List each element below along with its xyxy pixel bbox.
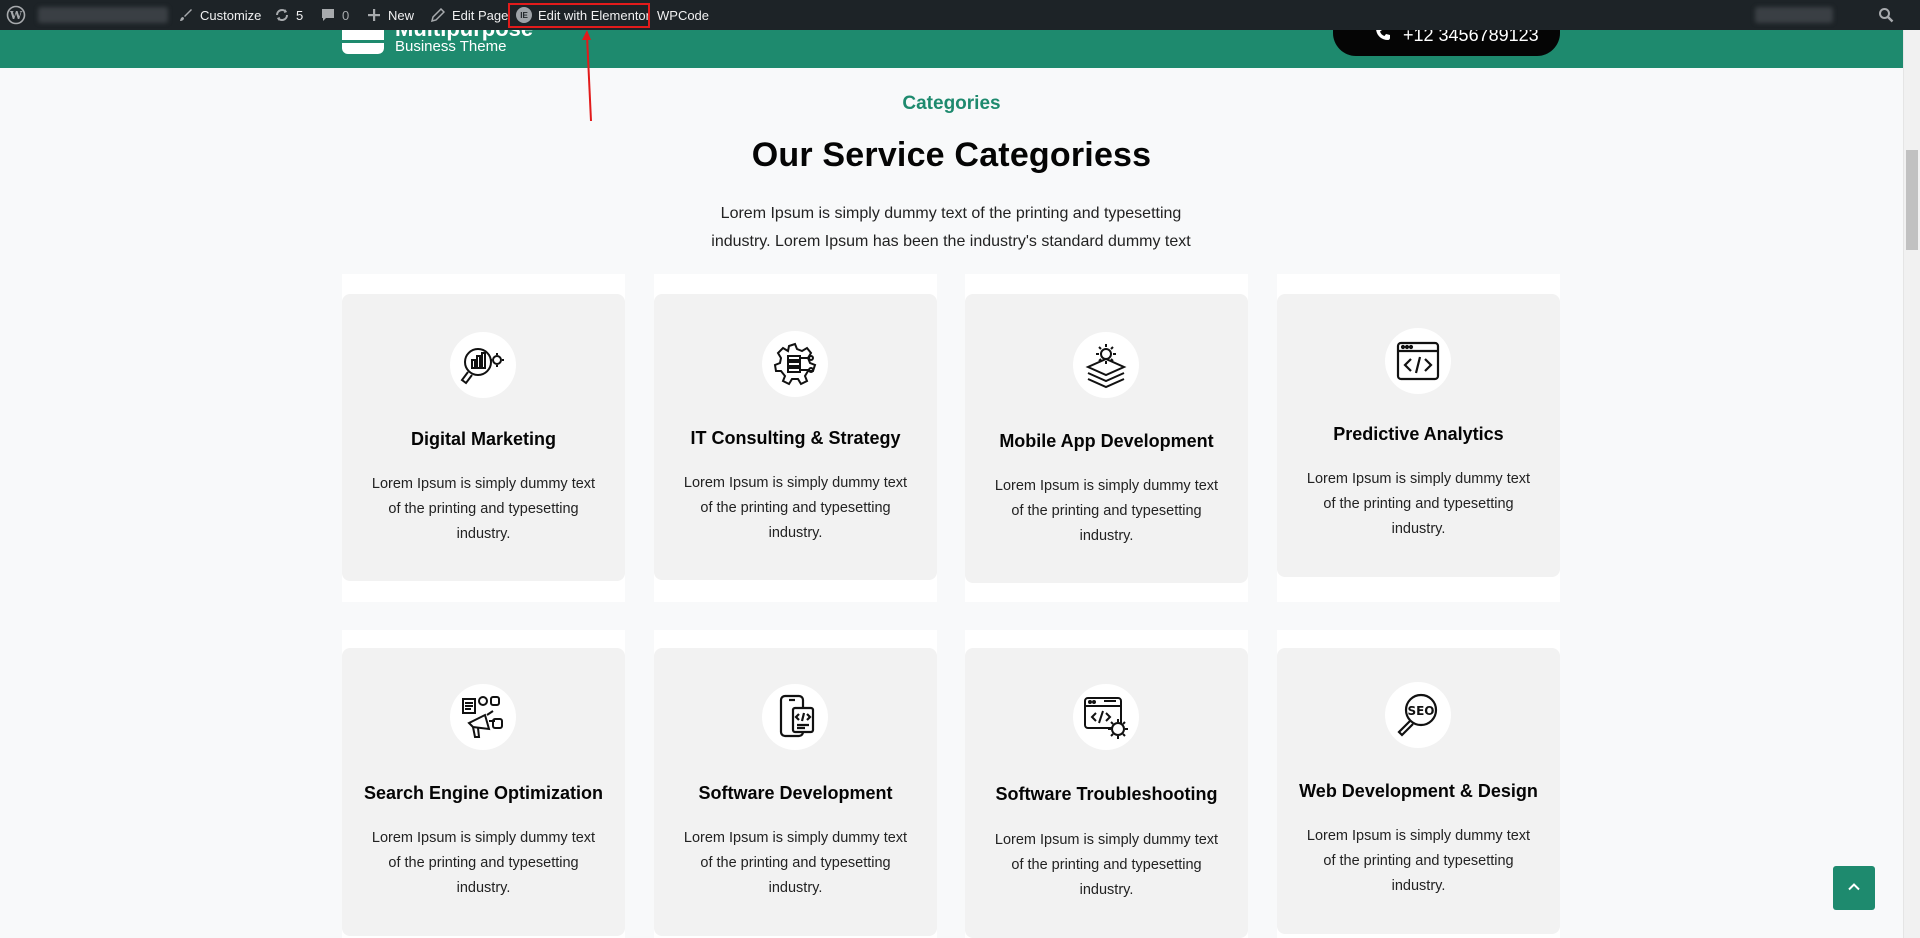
card-title: IT Consulting & Strategy: [690, 428, 901, 448]
site-name-blurred[interactable]: [38, 0, 168, 30]
updates-link[interactable]: 5: [274, 0, 303, 30]
customize-link[interactable]: Customize: [178, 0, 261, 30]
user-account-blurred[interactable]: [1755, 0, 1833, 30]
phone-button[interactable]: +12 3456789123: [1333, 30, 1560, 56]
service-card-seo[interactable]: Search Engine Optimization Lorem Ipsum i…: [342, 648, 625, 936]
service-card-software-troubleshooting[interactable]: Software Troubleshooting Lorem Ipsum is …: [965, 648, 1248, 938]
site-header: Multipurpose Business Theme +12 34567891…: [0, 30, 1903, 68]
new-content-link[interactable]: New: [366, 0, 414, 30]
megaphone-icon: [450, 684, 516, 750]
service-card-predictive-analytics[interactable]: Predictive Analytics Lorem Ipsum is simp…: [1277, 294, 1560, 577]
card-description: Lorem Ipsum is simply dummy text of the …: [994, 478, 1219, 544]
digital-marketing-icon: [450, 332, 516, 398]
new-label: New: [388, 7, 415, 23]
section-heading: Our Service Categoriess: [751, 136, 1152, 174]
card-title: Web Development & Design: [1299, 781, 1538, 801]
card-title: Search Engine Optimization: [363, 783, 604, 803]
it-consulting-icon: [762, 331, 828, 397]
phone-icon: [1375, 30, 1391, 46]
card-description: Lorem Ipsum is simply dummy text of the …: [1306, 471, 1531, 537]
card-wrapper: Predictive Analytics Lorem Ipsum is simp…: [1277, 274, 1560, 602]
brush-icon: [178, 7, 194, 23]
chevron-up-icon: [1847, 879, 1861, 898]
card-description: Lorem Ipsum is simply dummy text of the …: [683, 475, 908, 541]
pencil-icon: [430, 7, 446, 23]
card-wrapper: Mobile App Development Lorem Ipsum is si…: [965, 274, 1248, 602]
mobile-code-icon: [762, 684, 828, 750]
page-scrollbar[interactable]: [1903, 30, 1920, 938]
updates-count: 5: [296, 7, 304, 23]
card-wrapper: Search Engine Optimization Lorem Ipsum i…: [342, 630, 625, 938]
wpcode-link[interactable]: WPCode: [657, 0, 709, 30]
briefcase-logo-icon[interactable]: [342, 30, 384, 54]
section-eyebrow: Categories: [902, 93, 1001, 114]
wpcode-label: WPCode: [657, 7, 710, 23]
card-description: Lorem Ipsum is simply dummy text of the …: [1306, 828, 1531, 894]
mobile-app-icon: [1073, 332, 1139, 398]
card-title: Digital Marketing: [410, 429, 557, 449]
card-title: Software Development: [698, 783, 893, 803]
phone-number: +12 3456789123: [1403, 30, 1539, 45]
customize-label: Customize: [200, 7, 262, 23]
refresh-icon: [274, 7, 290, 23]
card-title: Mobile App Development: [999, 431, 1214, 451]
card-wrapper: Software Development Lorem Ipsum is simp…: [654, 630, 937, 938]
edit-page-label: Edit Page: [452, 7, 509, 23]
card-title: Predictive Analytics: [1333, 424, 1504, 444]
service-card-digital-marketing[interactable]: Digital Marketing Lorem Ipsum is simply …: [342, 294, 625, 581]
service-card-software-development[interactable]: Software Development Lorem Ipsum is simp…: [654, 648, 937, 936]
service-card-web-development[interactable]: SEO Web Development & Design Lorem Ipsum…: [1277, 648, 1560, 934]
service-card-mobile-app[interactable]: Mobile App Development Lorem Ipsum is si…: [965, 294, 1248, 583]
card-wrapper: SEO Web Development & Design Lorem Ipsum…: [1277, 630, 1560, 938]
logo-subtitle: Business Theme: [395, 38, 507, 55]
scrollbar-thumb[interactable]: [1906, 150, 1918, 250]
card-wrapper: IT Consulting & Strategy Lorem Ipsum is …: [654, 274, 937, 602]
svg-text:SEO: SEO: [1407, 704, 1434, 718]
card-description: Lorem Ipsum is simply dummy text of the …: [371, 476, 596, 542]
comment-bubble-icon: [320, 7, 336, 23]
comments-count: 0: [342, 7, 350, 23]
section-intro: Lorem Ipsum is simply dummy text of the …: [711, 205, 1191, 250]
card-title: Software Troubleshooting: [995, 784, 1218, 804]
code-window-icon: [1385, 328, 1451, 394]
card-wrapper: Software Troubleshooting Lorem Ipsum is …: [965, 630, 1248, 938]
browser-gear-icon: [1073, 684, 1139, 750]
annotation-highlight-box: [508, 3, 650, 28]
card-description: Lorem Ipsum is simply dummy text of the …: [371, 830, 596, 896]
back-to-top-button[interactable]: [1833, 866, 1875, 910]
card-description: Lorem Ipsum is simply dummy text of the …: [994, 832, 1219, 898]
comments-link[interactable]: 0: [320, 0, 349, 30]
wp-admin-bar: W Customize 5 0 New Edit Page IE Edit wi: [0, 0, 1920, 30]
seo-magnifier-icon: SEO: [1385, 682, 1451, 748]
wordpress-logo-icon[interactable]: W: [6, 0, 26, 30]
plus-icon: [366, 7, 382, 23]
edit-page-link[interactable]: Edit Page: [430, 0, 508, 30]
service-card-it-consulting[interactable]: IT Consulting & Strategy Lorem Ipsum is …: [654, 294, 937, 580]
svg-text:W: W: [9, 9, 23, 22]
card-description: Lorem Ipsum is simply dummy text of the …: [683, 830, 908, 896]
card-wrapper: Digital Marketing Lorem Ipsum is simply …: [342, 274, 625, 602]
search-icon[interactable]: [1878, 0, 1894, 30]
